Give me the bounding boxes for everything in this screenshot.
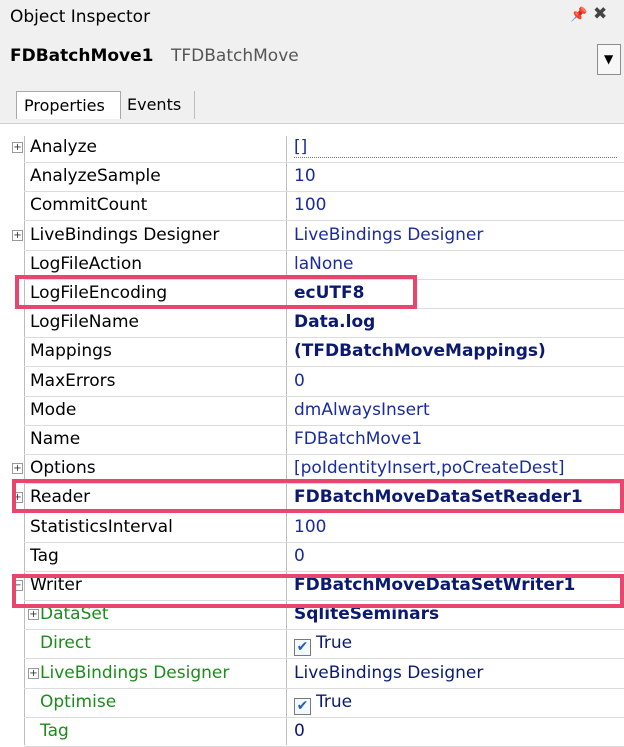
property-row[interactable]: + Analyze [] — [0, 134, 624, 163]
expand-icon[interactable]: + — [12, 229, 23, 241]
property-name: Mappings — [30, 341, 112, 362]
property-value[interactable]: 0 — [294, 721, 305, 741]
property-value[interactable]: ✔ True — [294, 633, 353, 657]
window-title: Object Inspector — [10, 7, 151, 27]
property-row[interactable]: CommitCount 100 — [0, 192, 624, 222]
close-icon[interactable]: ✖ — [593, 4, 607, 24]
chevron-down-icon: ▼ — [604, 52, 614, 66]
checkbox-checked-icon[interactable]: ✔ — [294, 697, 311, 715]
property-value[interactable]: [poIdentityInsert,poCreateDest] — [294, 458, 565, 478]
component-name: FDBatchMove1 — [10, 46, 154, 66]
tab-properties[interactable]: Properties — [16, 91, 121, 119]
property-value[interactable]: 0 — [294, 371, 305, 391]
property-name: DataSet — [40, 604, 109, 625]
property-value[interactable]: LiveBindings Designer — [294, 225, 483, 245]
property-value[interactable]: 100 — [294, 195, 326, 215]
expand-icon[interactable]: + — [12, 492, 23, 504]
property-value-text: True — [316, 633, 353, 654]
property-row[interactable]: Tag 0 — [0, 718, 624, 747]
property-row[interactable]: + Options [poIdentityInsert,poCreateDest] — [0, 455, 624, 485]
property-name: Analyze — [30, 137, 97, 157]
property-value[interactable]: (TFDBatchMoveMappings) — [294, 341, 546, 361]
expand-icon[interactable]: + — [12, 142, 23, 153]
property-row[interactable]: + DataSet SqliteSeminars — [0, 601, 624, 631]
pin-icon[interactable]: 📌 — [570, 7, 587, 23]
inspector-titlebar: Object Inspector 📌 ✖ — [0, 0, 624, 34]
property-value[interactable]: FDBatchMoveDataSetWriter1 — [294, 575, 575, 595]
property-name: Options — [30, 458, 96, 479]
property-name: LiveBindings Designer — [30, 224, 220, 245]
property-name: LogFileAction — [30, 253, 143, 274]
property-row[interactable]: − Writer FDBatchMoveDataSetWriter1 — [0, 572, 624, 601]
property-row[interactable]: Mode dmAlwaysInsert — [0, 397, 624, 426]
component-type: TFDBatchMove — [171, 46, 299, 66]
property-value[interactable]: [] — [294, 137, 618, 158]
tab-events[interactable]: Events — [121, 91, 195, 119]
property-row[interactable]: Optimise ✔ True — [0, 689, 624, 718]
property-value[interactable]: LiveBindings Designer — [294, 663, 483, 683]
property-row[interactable]: MaxErrors 0 — [0, 368, 624, 397]
property-name: Tag — [30, 545, 59, 566]
property-row[interactable]: + LiveBindings Designer LiveBindings Desig… — [0, 222, 624, 251]
property-name: Name — [30, 429, 81, 449]
property-name: AnalyzeSample — [30, 166, 161, 187]
property-value-text: True — [316, 691, 353, 712]
collapse-icon[interactable]: − — [12, 580, 23, 591]
property-value[interactable]: Data.log — [294, 312, 375, 332]
property-row[interactable]: Mappings (TFDBatchMoveMappings) — [0, 338, 624, 368]
property-name: Mode — [30, 399, 77, 420]
property-name: LogFileName — [30, 312, 139, 333]
expand-icon[interactable]: + — [12, 463, 23, 475]
property-value[interactable]: laNone — [294, 254, 354, 274]
component-selector[interactable]: FDBatchMove1 TFDBatchMove — [0, 34, 624, 82]
property-value[interactable]: FDBatchMoveDataSetReader1 — [294, 487, 583, 507]
property-value[interactable]: 100 — [294, 517, 326, 537]
property-name: Reader — [30, 487, 91, 508]
property-row[interactable]: + LiveBindings Designer LiveBindings Desig… — [0, 660, 624, 689]
property-name: LiveBindings Designer — [40, 662, 230, 683]
property-value[interactable]: ✔ True — [294, 692, 352, 715]
property-row[interactable]: LogFileName Data.log — [0, 309, 624, 339]
property-name: StatisticsInterval — [30, 516, 173, 537]
property-value[interactable]: 0 — [294, 546, 305, 566]
property-name: CommitCount — [30, 195, 148, 216]
property-row[interactable]: LogFileAction laNone — [0, 251, 624, 280]
property-row[interactable]: AnalyzeSample 10 — [0, 163, 624, 193]
property-name: LogFileEncoding — [30, 283, 168, 303]
property-value[interactable]: dmAlwaysInsert — [294, 400, 430, 420]
property-name: Tag — [40, 721, 69, 741]
property-row[interactable]: + Reader FDBatchMoveDataSetReader1 — [0, 484, 624, 514]
expand-icon[interactable]: + — [28, 609, 39, 621]
property-row[interactable]: StatisticsInterval 100 — [0, 514, 624, 543]
property-row[interactable]: Name FDBatchMove1 — [0, 426, 624, 455]
checkbox-checked-icon[interactable]: ✔ — [294, 639, 311, 657]
property-row[interactable]: Tag 0 — [0, 543, 624, 572]
property-name: Writer — [30, 575, 82, 595]
property-name: Optimise — [40, 691, 117, 712]
property-row[interactable]: Direct ✔ True — [0, 630, 624, 660]
property-value[interactable]: ecUTF8 — [294, 283, 364, 303]
property-value[interactable]: 10 — [294, 166, 316, 186]
property-row[interactable]: LogFileEncoding ecUTF8 — [0, 280, 624, 309]
property-name: Direct — [40, 633, 91, 654]
expand-icon[interactable]: + — [28, 667, 39, 679]
component-dropdown-button[interactable]: ▼ — [597, 44, 621, 75]
property-value[interactable]: SqliteSeminars — [294, 604, 439, 624]
property-value[interactable]: FDBatchMove1 — [294, 429, 422, 449]
property-name: MaxErrors — [30, 370, 116, 391]
